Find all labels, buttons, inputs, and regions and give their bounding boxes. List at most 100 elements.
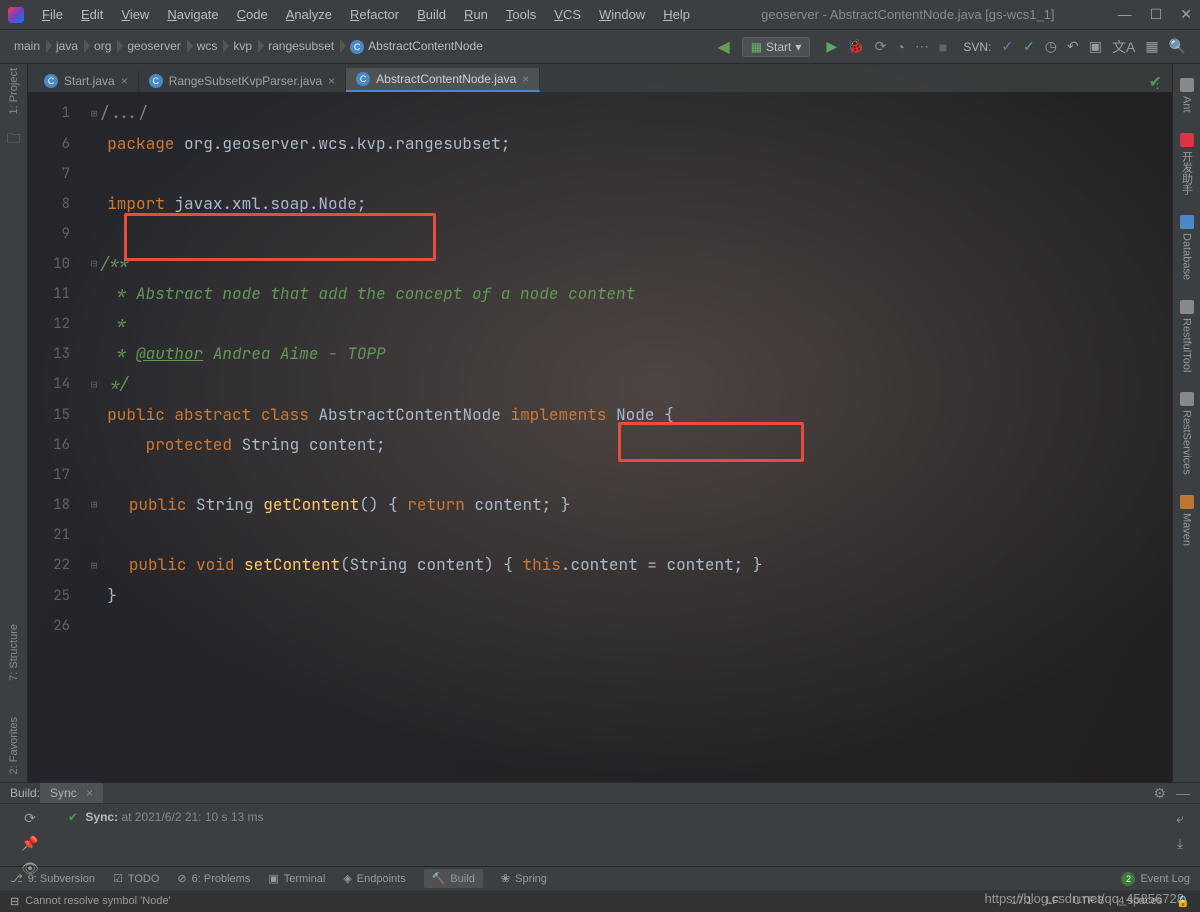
more-run-icon[interactable]: ⋯ xyxy=(915,38,929,55)
right-tab-database[interactable]: Database xyxy=(1180,215,1194,280)
code-line-6[interactable]: 6 package org.geoserver.wcs.kvp.rangesub… xyxy=(28,129,1172,159)
structure-tool-tab[interactable]: 7: Structure xyxy=(8,624,20,681)
profile-icon[interactable]: ◔ xyxy=(896,39,904,55)
menu-refactor[interactable]: Refactor xyxy=(342,3,407,26)
code-line-17[interactable]: 17 xyxy=(28,460,1172,490)
code-content[interactable]: ⊞ public void setContent(String content)… xyxy=(88,550,762,581)
code-line-14[interactable]: 14⊟ */ xyxy=(28,369,1172,400)
minimize-button[interactable]: — xyxy=(1118,6,1132,23)
history-icon[interactable]: ◷ xyxy=(1045,38,1057,55)
code-content[interactable]: ⊟/** xyxy=(88,249,129,280)
tab-RangeSubsetKvpParser-java[interactable]: CRangeSubsetKvpParser.java× xyxy=(139,70,346,92)
soft-wrap-icon[interactable]: ⤶ xyxy=(1176,810,1184,827)
stop-icon[interactable]: ■ xyxy=(939,39,947,55)
menu-edit[interactable]: Edit xyxy=(73,3,111,26)
run-icon[interactable]: ▶ xyxy=(826,38,837,55)
menu-run[interactable]: Run xyxy=(456,3,496,26)
code-content[interactable]: * @author Andrea Aime - TOPP xyxy=(88,339,386,369)
code-content[interactable]: public abstract class AbstractContentNod… xyxy=(88,400,674,430)
crumb-geoserver[interactable]: geoserver xyxy=(121,37,188,55)
debug-icon[interactable]: 🐞 xyxy=(847,38,864,55)
revert-icon[interactable]: ↶ xyxy=(1067,38,1079,55)
crumb-AbstractContentNode[interactable]: CAbstractContentNode xyxy=(344,37,491,56)
ide-settings-icon[interactable]: ▦ xyxy=(1145,38,1158,55)
code-line-1[interactable]: 1⊞/.../ xyxy=(28,98,1172,129)
crumb-org[interactable]: org xyxy=(88,37,119,55)
code-line-9[interactable]: 9 xyxy=(28,219,1172,249)
menu-build[interactable]: Build xyxy=(409,3,454,26)
code-editor[interactable]: 1⊞/.../6 package org.geoserver.wcs.kvp.r… xyxy=(28,92,1172,782)
menu-file[interactable]: File xyxy=(34,3,71,26)
code-line-16[interactable]: 16 protected String content; xyxy=(28,430,1172,460)
code-content[interactable]: protected String content; xyxy=(88,430,386,460)
bottom-tool-problems[interactable]: ⊘6: Problems xyxy=(177,872,250,885)
code-line-25[interactable]: 25 } xyxy=(28,581,1172,611)
menu-view[interactable]: View xyxy=(113,3,157,26)
code-content[interactable]: } xyxy=(88,581,117,611)
close-icon[interactable]: × xyxy=(121,74,128,88)
bottom-tool-spring[interactable]: ❀Spring xyxy=(501,872,547,885)
branch-icon[interactable]: ▣ xyxy=(1089,38,1102,55)
close-button[interactable]: ✕ xyxy=(1180,6,1192,23)
status-error[interactable]: ⊟ Cannot resolve symbol 'Node' xyxy=(10,895,171,908)
scroll-end-icon[interactable]: ⤓ xyxy=(1177,835,1183,852)
crumb-wcs[interactable]: wcs xyxy=(191,37,226,55)
code-line-7[interactable]: 7 xyxy=(28,159,1172,189)
crumb-kvp[interactable]: kvp xyxy=(227,37,260,55)
code-line-15[interactable]: 15 public abstract class AbstractContent… xyxy=(28,400,1172,430)
code-line-11[interactable]: 11 * Abstract node that add the concept … xyxy=(28,279,1172,309)
menu-code[interactable]: Code xyxy=(229,3,276,26)
right-tab-restfultool[interactable]: RestfulTool xyxy=(1180,300,1194,372)
code-line-22[interactable]: 22⊞ public void setContent(String conten… xyxy=(28,550,1172,581)
code-content[interactable]: package org.geoserver.wcs.kvp.rangesubse… xyxy=(88,129,510,159)
menu-help[interactable]: Help xyxy=(655,3,698,26)
right-tab-maven[interactable]: Maven xyxy=(1180,495,1194,546)
close-icon[interactable]: × xyxy=(522,72,529,86)
favorites-tool-tab[interactable]: 2: Favorites xyxy=(8,717,20,774)
menu-analyze[interactable]: Analyze xyxy=(278,3,340,26)
event-log-button[interactable]: 2 Event Log xyxy=(1121,872,1190,886)
code-line-21[interactable]: 21 xyxy=(28,520,1172,550)
code-content[interactable]: * Abstract node that add the concept of … xyxy=(88,279,635,309)
tab-AbstractContentNode-java[interactable]: CAbstractContentNode.java× xyxy=(346,68,540,92)
code-content[interactable]: ⊟ */ xyxy=(88,369,129,400)
menu-navigate[interactable]: Navigate xyxy=(159,3,226,26)
bottom-tool-endpoints[interactable]: ◈Endpoints xyxy=(343,872,405,885)
code-content[interactable]: ⊞ public String getContent() { return co… xyxy=(88,490,570,521)
menu-vcs[interactable]: VCS xyxy=(546,3,589,26)
bottom-tool-todo[interactable]: ☑TODO xyxy=(113,872,159,885)
refresh-icon[interactable]: ⟳ xyxy=(24,810,36,827)
code-line-18[interactable]: 18⊞ public String getContent() { return … xyxy=(28,490,1172,521)
code-content[interactable]: * xyxy=(88,309,126,339)
code-line-10[interactable]: 10⊟/** xyxy=(28,249,1172,280)
pin-icon[interactable]: 📌 xyxy=(21,835,38,852)
close-icon[interactable]: × xyxy=(328,74,335,88)
bottom-tool-build[interactable]: 🔨Build xyxy=(424,869,483,888)
back-icon[interactable]: ◀ xyxy=(717,37,729,57)
bottom-tool-subversion[interactable]: ⎇9: Subversion xyxy=(10,872,95,885)
code-line-13[interactable]: 13 * @author Andrea Aime - TOPP xyxy=(28,339,1172,369)
right-tab-ant[interactable]: Ant xyxy=(1180,78,1194,113)
tab-Start-java[interactable]: CStart.java× xyxy=(34,70,139,92)
code-content[interactable]: ⊞/.../ xyxy=(88,98,148,129)
project-tool-tab[interactable]: 1: Project xyxy=(8,68,20,114)
crumb-main[interactable]: main xyxy=(8,37,48,55)
code-content[interactable]: import javax.xml.soap.Node; xyxy=(88,189,366,219)
minimize-panel-icon[interactable]: — xyxy=(1176,785,1190,802)
crumb-java[interactable]: java xyxy=(50,37,86,55)
bottom-tool-terminal[interactable]: ▣Terminal xyxy=(268,872,325,885)
gear-icon[interactable]: ⚙ xyxy=(1153,785,1166,802)
close-icon[interactable]: × xyxy=(86,786,93,800)
code-line-26[interactable]: 26 xyxy=(28,611,1172,641)
search-icon[interactable]: 🔍 xyxy=(1169,38,1186,55)
right-tab-开发助手[interactable]: 开发助手 xyxy=(1179,133,1195,195)
folder-icon[interactable]: 🗀 xyxy=(7,128,21,152)
inspection-ok-icon[interactable]: ✔ xyxy=(1149,72,1162,92)
code-line-8[interactable]: 8 import javax.xml.soap.Node; xyxy=(28,189,1172,219)
update-icon[interactable]: ✓ xyxy=(1001,38,1013,55)
translate-icon[interactable]: 文A xyxy=(1112,37,1135,57)
build-tab-sync[interactable]: Sync × xyxy=(40,783,103,803)
menu-window[interactable]: Window xyxy=(591,3,653,26)
commit-icon[interactable]: ✓ xyxy=(1023,38,1035,55)
crumb-rangesubset[interactable]: rangesubset xyxy=(262,37,342,55)
